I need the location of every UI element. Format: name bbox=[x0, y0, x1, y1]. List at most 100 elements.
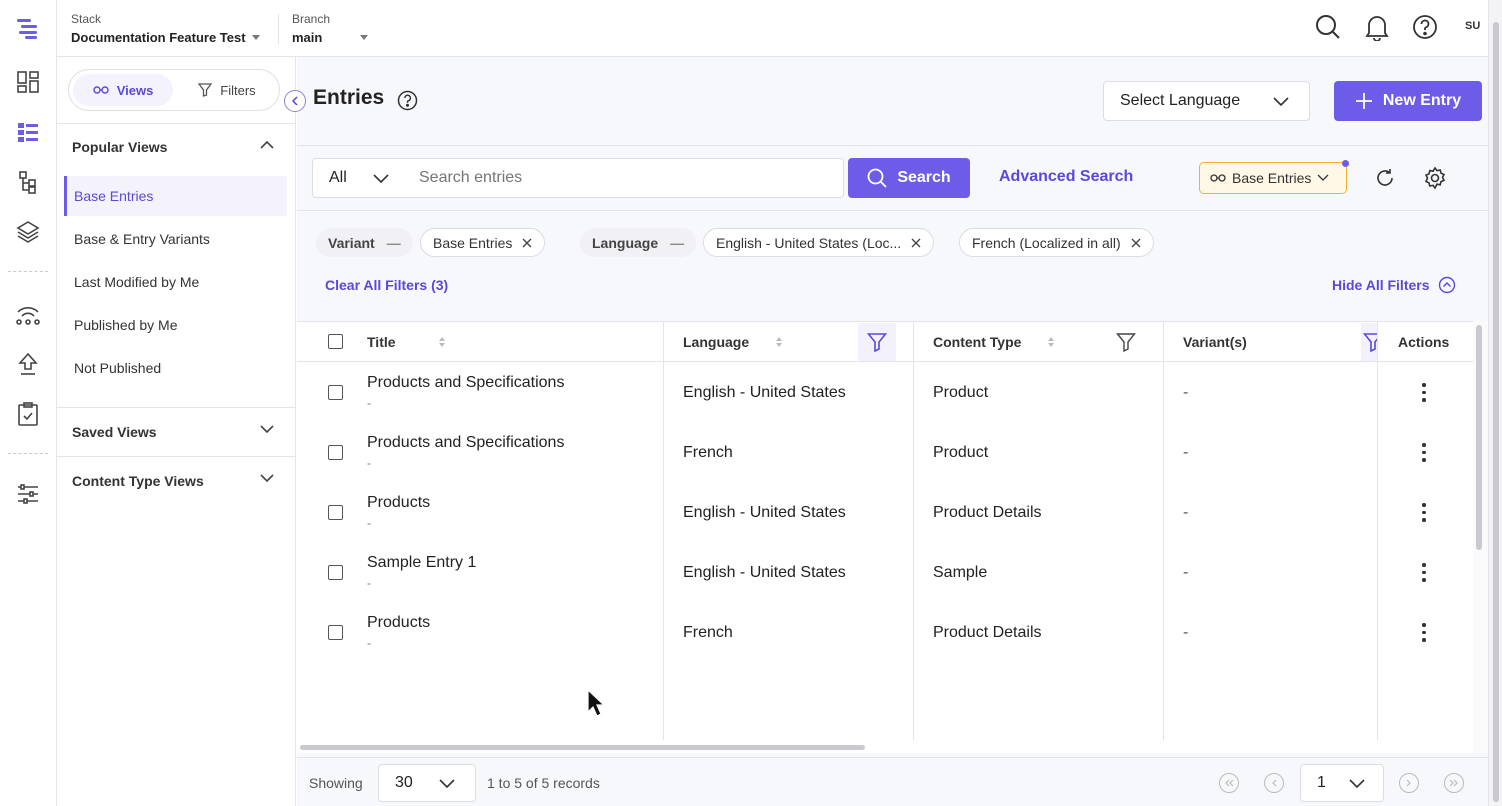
first-page-icon[interactable] bbox=[1219, 773, 1239, 793]
chevron-down-icon bbox=[1317, 174, 1329, 181]
language-filter-value: French (Localized in all) bbox=[972, 234, 1121, 251]
app-logo-icon[interactable] bbox=[14, 14, 42, 42]
variant-filter-chip[interactable]: Base Entries bbox=[420, 228, 546, 257]
page-number-dropdown[interactable]: 1 bbox=[1300, 764, 1384, 802]
search-input[interactable] bbox=[409, 158, 844, 198]
unsaved-indicator-dot bbox=[1342, 160, 1349, 167]
entry-title[interactable]: Products bbox=[367, 614, 430, 632]
row-actions-menu-icon[interactable] bbox=[1422, 443, 1426, 462]
language-filter-chip-english[interactable]: English - United States (Loc... bbox=[703, 228, 935, 257]
variants-header-label: Variant(s) bbox=[1183, 334, 1247, 350]
publish-queue-icon[interactable] bbox=[14, 350, 42, 378]
help-icon[interactable] bbox=[1412, 14, 1438, 40]
row-checkbox[interactable] bbox=[328, 505, 343, 520]
entry-title[interactable]: Products and Specifications bbox=[367, 434, 564, 452]
chevron-down-icon bbox=[260, 425, 274, 434]
view-published-by-me[interactable]: Published by Me bbox=[64, 305, 287, 345]
caret-down-icon bbox=[360, 35, 368, 40]
language-header-label: Language bbox=[683, 334, 750, 350]
saved-views-title: Saved Views bbox=[72, 424, 157, 440]
language-filter-icon[interactable] bbox=[858, 323, 896, 361]
dashboard-icon[interactable] bbox=[14, 68, 42, 96]
language-filter-chip-french[interactable]: French (Localized in all) bbox=[959, 228, 1154, 257]
filters-tab[interactable]: Filters bbox=[177, 74, 277, 106]
content-models-icon[interactable] bbox=[14, 168, 42, 196]
branch-label: Branch bbox=[292, 12, 331, 26]
popular-views-header[interactable]: Popular Views bbox=[57, 123, 296, 171]
notifications-bell-icon[interactable] bbox=[1364, 13, 1390, 41]
column-header-language[interactable]: Language bbox=[683, 322, 783, 362]
views-filters-toggle: Views Filters bbox=[68, 69, 280, 111]
select-language-dropdown[interactable]: Select Language bbox=[1103, 81, 1310, 121]
close-icon[interactable] bbox=[522, 238, 532, 248]
column-header-variants[interactable]: Variant(s) bbox=[1183, 322, 1247, 362]
saved-views-header[interactable]: Saved Views bbox=[57, 408, 296, 456]
help-icon[interactable] bbox=[397, 90, 418, 111]
entry-title[interactable]: Sample Entry 1 bbox=[367, 554, 476, 572]
row-checkbox[interactable] bbox=[328, 445, 343, 460]
views-tab[interactable]: Views bbox=[73, 74, 173, 106]
row-actions-menu-icon[interactable] bbox=[1422, 383, 1426, 402]
view-base-entries[interactable]: Base Entries bbox=[64, 176, 287, 216]
row-actions-menu-icon[interactable] bbox=[1422, 503, 1426, 522]
new-entry-button[interactable]: New Entry bbox=[1334, 81, 1482, 121]
views-sidebar: Views Filters Popular Views Base Entries… bbox=[57, 57, 296, 806]
content-type-filter-icon[interactable] bbox=[1116, 332, 1136, 352]
releases-icon[interactable] bbox=[14, 300, 42, 328]
clear-all-filters-link[interactable]: Clear All Filters (3) bbox=[325, 277, 448, 293]
horizontal-scrollbar[interactable] bbox=[300, 745, 865, 750]
refresh-icon[interactable] bbox=[1374, 167, 1396, 189]
page-scrollbar[interactable] bbox=[1488, 0, 1502, 806]
glasses-icon bbox=[92, 86, 109, 94]
search-scope-dropdown[interactable]: All bbox=[312, 158, 410, 198]
entry-subtitle: - bbox=[367, 516, 371, 530]
row-actions-menu-icon[interactable] bbox=[1422, 623, 1426, 642]
stack-switcher[interactable]: Stack Documentation Feature Test bbox=[71, 12, 260, 45]
last-page-icon[interactable] bbox=[1444, 773, 1464, 793]
divider bbox=[297, 145, 1488, 146]
chevron-up-icon bbox=[260, 140, 274, 149]
variant-filter-label: Variant bbox=[328, 234, 375, 251]
close-icon[interactable] bbox=[1131, 238, 1141, 248]
entry-title[interactable]: Products and Specifications bbox=[367, 374, 564, 392]
settings-sliders-icon[interactable] bbox=[14, 480, 42, 508]
hide-all-filters-link[interactable]: Hide All Filters bbox=[1332, 276, 1456, 294]
collapse-sidebar-button[interactable] bbox=[284, 90, 306, 112]
language-filter-key: Language — bbox=[580, 228, 697, 257]
chevron-down-icon bbox=[1273, 97, 1289, 107]
current-view-badge[interactable]: Base Entries bbox=[1199, 160, 1349, 194]
select-all-checkbox[interactable] bbox=[328, 334, 343, 349]
variants-filter-icon[interactable] bbox=[1361, 323, 1377, 361]
view-base-entry-variants[interactable]: Base & Entry Variants bbox=[64, 219, 287, 259]
close-icon[interactable] bbox=[911, 238, 921, 248]
branch-switcher[interactable]: Branch main bbox=[292, 12, 368, 45]
view-last-modified-by-me[interactable]: Last Modified by Me bbox=[64, 262, 287, 302]
previous-page-icon[interactable] bbox=[1264, 773, 1284, 793]
column-header-title[interactable]: Title bbox=[367, 322, 446, 362]
entries-icon[interactable] bbox=[14, 118, 42, 146]
chevron-down-icon bbox=[373, 174, 389, 184]
variant-filter-value: Base Entries bbox=[433, 234, 513, 251]
entry-title[interactable]: Products bbox=[367, 494, 430, 512]
table-vertical-scrollbar[interactable] bbox=[1473, 321, 1488, 753]
page-size-dropdown[interactable]: 30 bbox=[378, 764, 476, 802]
search-icon[interactable] bbox=[1315, 14, 1341, 40]
row-checkbox[interactable] bbox=[328, 625, 343, 640]
next-page-icon[interactable] bbox=[1399, 773, 1419, 793]
settings-gear-icon[interactable] bbox=[1423, 166, 1447, 190]
row-checkbox[interactable] bbox=[328, 565, 343, 580]
content-type-views-header[interactable]: Content Type Views bbox=[57, 457, 296, 505]
popular-views-title: Popular Views bbox=[72, 139, 168, 155]
view-not-published[interactable]: Not Published bbox=[64, 348, 287, 388]
advanced-search-link[interactable]: Advanced Search bbox=[999, 168, 1133, 186]
tasks-icon[interactable] bbox=[14, 400, 42, 428]
assets-icon[interactable] bbox=[14, 218, 42, 246]
entry-content-type: Sample bbox=[933, 564, 988, 581]
records-count: 1 to 5 of 5 records bbox=[487, 775, 600, 791]
row-actions-menu-icon[interactable] bbox=[1422, 563, 1426, 582]
search-button[interactable]: Search bbox=[848, 158, 970, 198]
row-checkbox[interactable] bbox=[328, 385, 343, 400]
user-avatar[interactable]: SU bbox=[1465, 20, 1480, 32]
caret-down-icon bbox=[251, 35, 260, 40]
column-header-content-type[interactable]: Content Type bbox=[933, 322, 1055, 362]
